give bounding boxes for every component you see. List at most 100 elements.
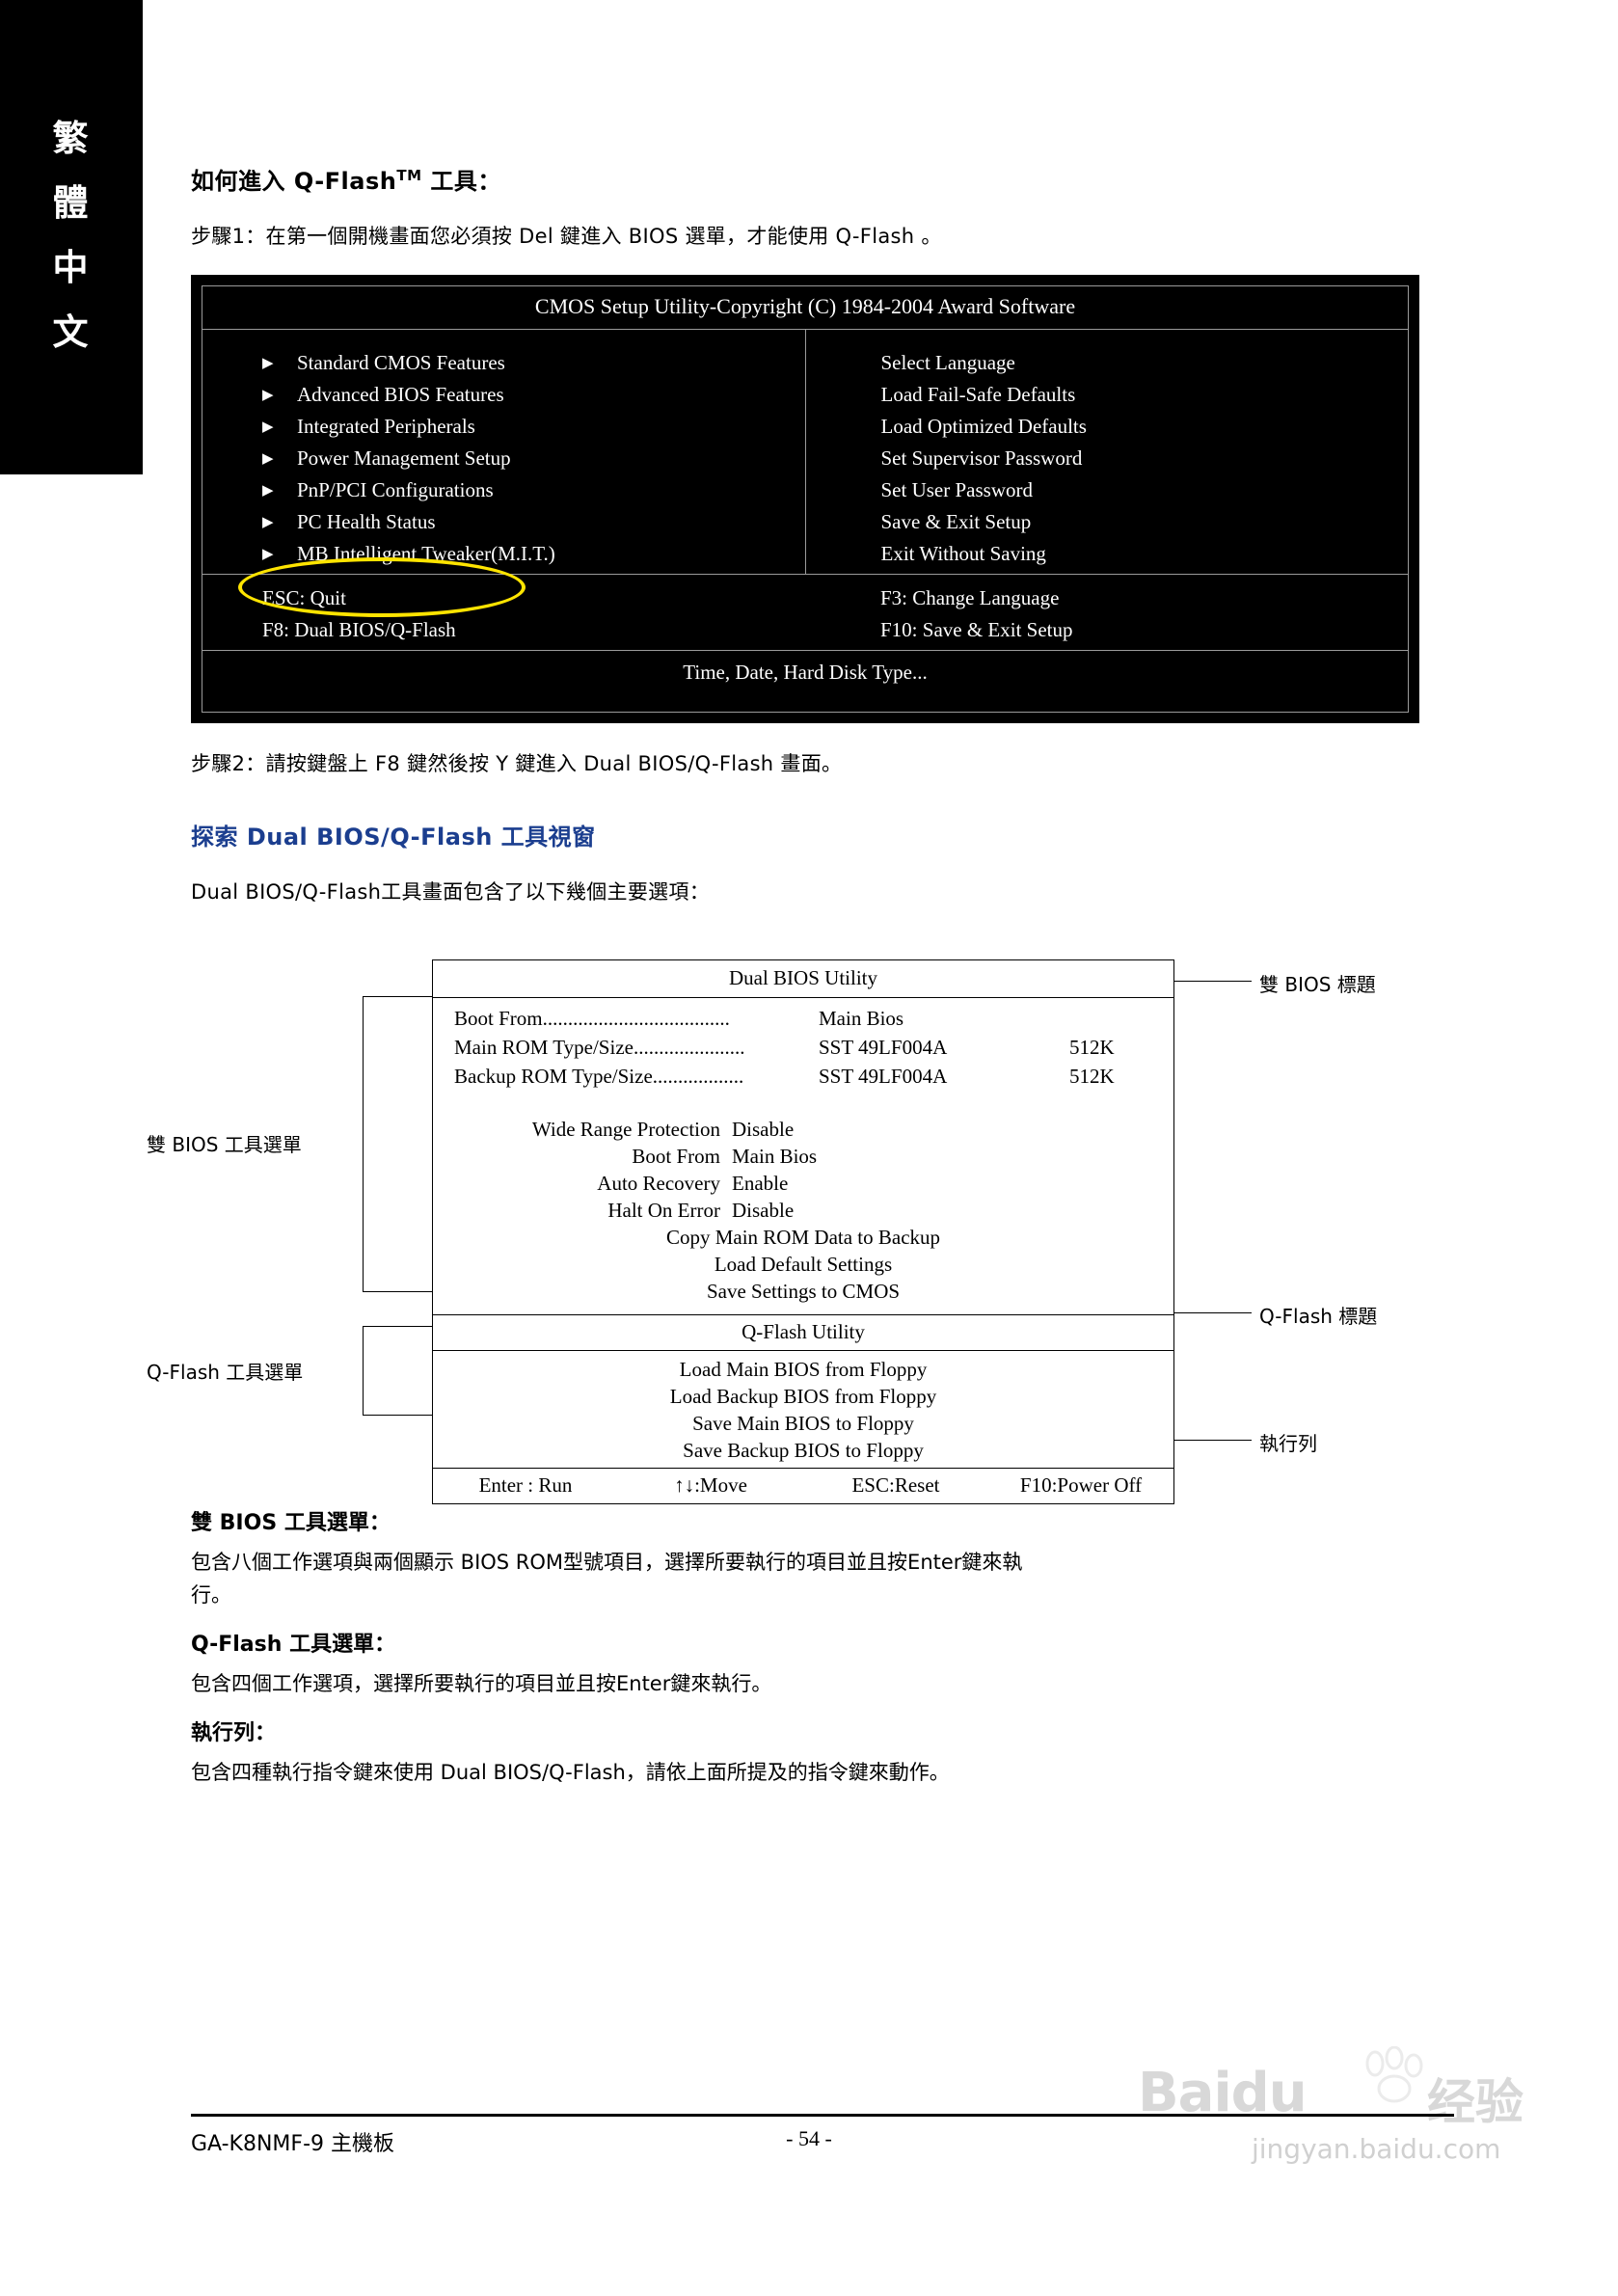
- bracket-qflash-menu-bottom: [363, 1415, 432, 1416]
- bios-menu-item-exit-without-saving[interactable]: Exit Without Saving: [806, 538, 1409, 570]
- option-label: Auto Recovery: [597, 1172, 720, 1195]
- bios-menu-item-power-management[interactable]: ▶ Power Management Setup: [202, 443, 805, 474]
- note-heading-qflash-menu: Q-Flash 工具選單：: [191, 1633, 396, 1657]
- bios-menu-item-label: Integrated Peripherals: [297, 415, 475, 438]
- action-save-settings-to-cmos[interactable]: Save Settings to CMOS: [433, 1278, 1173, 1305]
- bracket-dual-menu-top: [363, 996, 432, 997]
- bracket-qflash-menu-top: [363, 1326, 432, 1327]
- bios-screen-title: CMOS Setup Utility-Copyright (C) 1984-20…: [202, 286, 1408, 330]
- bios-key-legend-right: F3: Change Language F10: Save & Exit Set…: [805, 575, 1408, 650]
- side-tab-text: 繁 體 中 文: [0, 106, 143, 365]
- footer-page-number: - 54 -: [786, 2126, 832, 2150]
- bios-menu-item-label: PC Health Status: [297, 510, 436, 533]
- qflash-action-bar: Enter : Run ↑↓:Move ESC:Reset F10:Power …: [433, 1468, 1173, 1503]
- action-bar-move: ↑↓:Move: [674, 1473, 747, 1497]
- bios-key-esc-quit: ESC: Quit: [262, 586, 346, 609]
- option-wide-range-protection[interactable]: Wide Range Protection Disable: [433, 1116, 1173, 1143]
- step2-text: 步驟2：請按鍵盤上 F8 鍵然後按 Y 鍵進入 Dual BIOS/Q-Flas…: [191, 752, 843, 775]
- callout-dual-bios-menu: 雙 BIOS 工具選單: [147, 1133, 302, 1156]
- rom-row-value: SST 49LF004A: [819, 1065, 948, 1088]
- triangle-right-icon: ▶: [262, 483, 274, 499]
- side-tab-char-1: 體: [52, 182, 91, 224]
- bios-key-f3-change-language: F3: Change Language: [880, 586, 1060, 609]
- bios-menu-item-advanced-bios[interactable]: ▶ Advanced BIOS Features: [202, 379, 805, 411]
- bios-menu-item-label: Power Management Setup: [297, 446, 511, 470]
- rom-row-size: 512K: [1069, 1065, 1115, 1088]
- dualbios-options: Wide Range Protection Disable Boot From …: [433, 1094, 1173, 1314]
- rom-row-value: Main Bios: [819, 1007, 904, 1030]
- qflash-options: Load Main BIOS from Floppy Load Backup B…: [433, 1351, 1173, 1468]
- note-heading-action-bar: 執行列：: [191, 1721, 277, 1745]
- rom-row-value: SST 49LF004A: [819, 1036, 948, 1059]
- dualbios-utility-title: Dual BIOS Utility: [433, 960, 1173, 998]
- bracket-qflash-menu-vertical: [363, 1326, 364, 1415]
- option-value: Main Bios: [732, 1145, 818, 1168]
- bios-menu-item-pnp-pci[interactable]: ▶ PnP/PCI Configurations: [202, 474, 805, 506]
- bios-menu-item-select-language[interactable]: Select Language: [806, 347, 1409, 379]
- action-bar-f10-power-off: F10:Power Off: [1019, 1473, 1143, 1497]
- rom-row-boot-from: Boot From...............................…: [433, 1004, 1173, 1033]
- bios-menu-item-integrated-peripherals[interactable]: ▶ Integrated Peripherals: [202, 411, 805, 443]
- bios-menu-item-label: PnP/PCI Configurations: [297, 478, 494, 501]
- bios-menu-item-label: Select Language: [880, 351, 1015, 374]
- action-copy-main-rom-to-backup[interactable]: Copy Main ROM Data to Backup: [433, 1224, 1173, 1251]
- bios-menu-item-pc-health[interactable]: ▶ PC Health Status: [202, 506, 805, 538]
- bios-menu-columns: ▶ Standard CMOS Features ▶ Advanced BIOS F…: [202, 330, 1408, 574]
- bios-menu-item-label: Set Supervisor Password: [880, 446, 1083, 470]
- bios-menu-left-column: ▶ Standard CMOS Features ▶ Advanced BIOS F…: [202, 330, 806, 574]
- bios-menu-item-set-supervisor-password[interactable]: Set Supervisor Password: [806, 443, 1409, 474]
- bios-menu-item-save-exit[interactable]: Save & Exit Setup: [806, 506, 1409, 538]
- action-load-default-settings[interactable]: Load Default Settings: [433, 1251, 1173, 1278]
- note-body-qflash: 包含四個工作選項，選擇所要執行的項目並且按Enter鍵來執行。: [191, 1672, 772, 1695]
- option-label: Boot From: [632, 1145, 720, 1168]
- dualbios-rom-info: Boot From...............................…: [433, 998, 1173, 1094]
- bios-key-f8-dualbios-qflash: F8: Dual BIOS/Q-Flash: [262, 618, 456, 641]
- bios-menu-item-load-optimized[interactable]: Load Optimized Defaults: [806, 411, 1409, 443]
- triangle-right-icon: ▶: [262, 419, 274, 435]
- option-boot-from[interactable]: Boot From Main Bios: [433, 1143, 1173, 1170]
- bios-status-line: Time, Date, Hard Disk Type...: [202, 650, 1408, 685]
- leader-line-dual-title: [1174, 981, 1252, 982]
- bios-menu-item-mit[interactable]: ▶ MB Intelligent Tweaker(M.I.T.): [202, 538, 805, 570]
- qflash-load-backup-bios[interactable]: Load Backup BIOS from Floppy: [433, 1383, 1173, 1410]
- triangle-right-icon: ▶: [262, 547, 274, 562]
- dualbios-qflash-diagram: Dual BIOS Utility Boot From.............…: [147, 950, 1454, 1504]
- bios-key-legend: ESC: Quit F8: Dual BIOS/Q-Flash F3: Chan…: [202, 574, 1408, 650]
- option-label: Halt On Error: [607, 1199, 720, 1222]
- leader-line-action-bar: [1174, 1440, 1252, 1441]
- bios-menu-item-set-user-password[interactable]: Set User Password: [806, 474, 1409, 506]
- triangle-right-icon: ▶: [262, 451, 274, 467]
- page-title-text: 如何進入 Q-Flash: [191, 168, 397, 195]
- watermark-brand-cn: 经验: [1427, 2074, 1524, 2130]
- bios-menu-item-load-fail-safe[interactable]: Load Fail-Safe Defaults: [806, 379, 1409, 411]
- step1-text: 步驟1：在第一個開機畫面您必須按 Del 鍵進入 BIOS 選單，才能使用 Q-…: [191, 225, 942, 248]
- qflash-save-main-bios[interactable]: Save Main BIOS to Floppy: [433, 1410, 1173, 1437]
- qflash-save-backup-bios[interactable]: Save Backup BIOS to Floppy: [433, 1437, 1173, 1464]
- note-body-action-bar: 包含四種執行指令鍵來使用 Dual BIOS/Q-Flash，請依上面所提及的指…: [191, 1761, 950, 1784]
- option-halt-on-error[interactable]: Halt On Error Disable: [433, 1197, 1173, 1224]
- action-bar-enter-run: Enter : Run: [478, 1473, 573, 1497]
- rom-row-main-rom: Main ROM Type/Size......................…: [433, 1033, 1173, 1062]
- page-content: 如何進入 Q-FlashTM 工具： 步驟1：在第一個開機畫面您必須按 Del …: [147, 0, 1454, 1789]
- option-value: Disable: [732, 1199, 795, 1222]
- baidu-watermark: Baidu 经验 jingyan.baidu.com: [1138, 2044, 1581, 2199]
- rom-row-label: Backup ROM Type/Size..................: [454, 1065, 744, 1088]
- bios-menu-item-label: Exit Without Saving: [880, 542, 1046, 565]
- bios-menu-item-standard-cmos[interactable]: ▶ Standard CMOS Features: [202, 347, 805, 379]
- section-heading-explore: 探索 Dual BIOS/Q-Flash 工具視窗: [191, 824, 596, 851]
- footer-divider: [191, 2114, 1454, 2117]
- qflash-load-main-bios[interactable]: Load Main BIOS from Floppy: [433, 1356, 1173, 1383]
- page-title: 如何進入 Q-FlashTM 工具：: [191, 162, 1454, 196]
- explore-description: Dual BIOS/Q-Flash工具畫面包含了以下幾個主要選項：: [191, 880, 711, 904]
- rom-row-label: Main ROM Type/Size......................: [454, 1036, 745, 1059]
- bracket-dual-menu-vertical: [363, 996, 364, 1291]
- option-auto-recovery[interactable]: Auto Recovery Enable: [433, 1170, 1173, 1197]
- callout-qflash-title: Q-Flash 標題: [1259, 1305, 1378, 1328]
- triangle-right-icon: ▶: [262, 356, 274, 371]
- side-tab-char-2: 中: [52, 247, 91, 288]
- bios-screen: CMOS Setup Utility-Copyright (C) 1984-20…: [202, 285, 1409, 713]
- callout-dual-bios-title: 雙 BIOS 標題: [1259, 973, 1376, 996]
- qflash-utility-title: Q-Flash Utility: [433, 1314, 1173, 1351]
- bios-menu-item-label: Save & Exit Setup: [880, 510, 1032, 533]
- bios-menu-item-label: Set User Password: [880, 478, 1034, 501]
